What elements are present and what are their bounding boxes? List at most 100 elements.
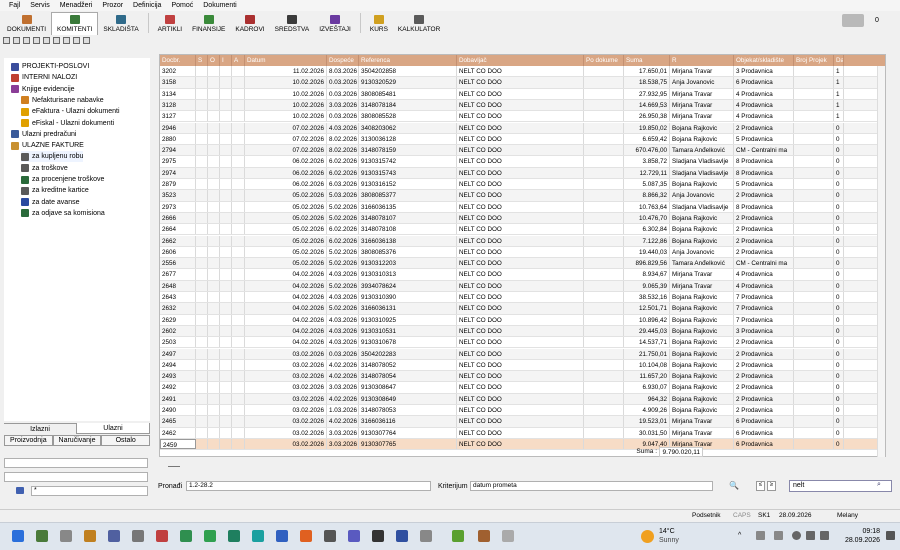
- tree-item[interactable]: za procenjene troškove: [21, 174, 104, 185]
- sort-icon[interactable]: [83, 37, 90, 44]
- table-row[interactable]: 2490 03.02.2026 1.03.2026 3148078053 NELT CO…: [160, 405, 885, 417]
- table-row[interactable]: 2662 05.02.2026 6.02.2026 3166036138 NELT CO…: [160, 235, 885, 247]
- table-row[interactable]: 2643 04.02.2026 4.03.2026 9130310390 NELT CO…: [160, 292, 885, 304]
- table-row[interactable]: 2493 03.02.2026 4.02.2026 3148078054 NELT CO…: [160, 371, 885, 383]
- column-header[interactable]: A: [232, 55, 245, 66]
- column-header[interactable]: Suma: [624, 55, 670, 66]
- tree-item[interactable]: Ulazni predračuni: [11, 129, 76, 140]
- column-header[interactable]: I: [220, 55, 232, 66]
- menu-item-6[interactable]: Dokumenti: [198, 2, 241, 9]
- volume-icon[interactable]: [806, 531, 815, 540]
- tree-item[interactable]: za odjave sa komisiona: [21, 208, 105, 219]
- column-header[interactable]: S: [196, 55, 208, 66]
- menu-item-1[interactable]: Servis: [25, 2, 54, 9]
- table-row[interactable]: 2492 03.02.2026 3.03.2026 9130308647 NELT CO…: [160, 382, 885, 394]
- app-icon-14[interactable]: [348, 530, 360, 542]
- table-row[interactable]: 2648 04.02.2026 5.02.2026 3934078624 NELT CO…: [160, 280, 885, 292]
- table-row[interactable]: 2606 05.02.2026 5.02.2026 3808085376 NELT CO…: [160, 246, 885, 259]
- tab-narucivanje[interactable]: Naručivanje: [52, 435, 102, 446]
- table-row[interactable]: 2491 03.02.2026 4.02.2026 9130308649 NELT CO…: [160, 393, 885, 405]
- column-header[interactable]: Dospeće: [327, 55, 359, 66]
- app-icon-3[interactable]: [84, 530, 96, 542]
- save-icon[interactable]: [23, 37, 30, 44]
- tree-item[interactable]: ULAZNE FAKTURE: [11, 140, 84, 151]
- toolbar-button-kadrovi[interactable]: KADROVI: [230, 12, 269, 35]
- app-icon-17[interactable]: [420, 530, 432, 542]
- criterion-select[interactable]: datum prometa: [470, 481, 713, 491]
- table-row[interactable]: 3134 10.02.2026 0.03.2026 3808085481 NELT CO…: [160, 88, 885, 100]
- filter-icon[interactable]: [73, 37, 80, 44]
- table-row[interactable]: 2465 03.02.2026 4.02.2026 3166036116 NELT CO…: [160, 416, 885, 428]
- greater-equal-button[interactable]: ≥: [767, 481, 776, 491]
- app-icon-6[interactable]: [156, 530, 168, 542]
- microphone-icon[interactable]: [774, 531, 783, 540]
- app-icon-8[interactable]: [204, 530, 216, 542]
- firefox-icon[interactable]: [300, 530, 312, 542]
- app-icon-9[interactable]: [228, 530, 240, 542]
- clock-time[interactable]: 09:18: [836, 528, 880, 535]
- table-row[interactable]: 2666 05.02.2026 5.02.2026 3148078107 NELT CO…: [160, 212, 885, 225]
- menu-item-3[interactable]: Prozor: [97, 2, 128, 9]
- table-row[interactable]: 2677 04.02.2026 4.03.2026 9130310313 NELT CO…: [160, 269, 885, 281]
- tree-item[interactable]: za kreditne kartice: [21, 185, 89, 196]
- column-header[interactable]: Datum: [245, 55, 327, 66]
- open-icon[interactable]: [13, 37, 20, 44]
- left-combo-3[interactable]: *: [31, 486, 148, 496]
- print-icon[interactable]: [33, 37, 40, 44]
- tree-item[interactable]: eFiskal - Ulazni dokumenti: [21, 118, 114, 129]
- tab-izlazni[interactable]: Izlazni: [4, 423, 76, 434]
- column-header[interactable]: Po dokume: [584, 55, 624, 66]
- column-header[interactable]: Docbr.: [160, 55, 196, 66]
- table-row[interactable]: 2974 06.02.2026 6.02.2026 9130315743 NELT CO…: [160, 167, 885, 179]
- tree-item[interactable]: Knjige evidencije: [11, 84, 75, 95]
- column-header[interactable]: R: [670, 55, 734, 66]
- toolbar-button-komitenti[interactable]: KOMITENTI: [51, 12, 99, 35]
- column-header[interactable]: Broj Projek: [794, 55, 834, 66]
- app-icon-20[interactable]: [502, 530, 514, 542]
- new-icon[interactable]: [3, 37, 10, 44]
- tree-item[interactable]: za kupljenu robu: [21, 151, 84, 163]
- battery-icon[interactable]: [820, 531, 829, 540]
- table-row[interactable]: 2946 07.02.2026 4.03.2026 3408203062 NELT CO…: [160, 122, 885, 134]
- wifi-icon[interactable]: [792, 531, 801, 540]
- tree-item[interactable]: INTERNI NALOZI: [11, 72, 77, 83]
- tree-item[interactable]: za troškove: [21, 163, 68, 174]
- table-row[interactable]: 3128 10.02.2026 3.03.2026 3148078184 NELT CO…: [160, 99, 885, 112]
- table-row[interactable]: 2494 03.02.2026 4.02.2026 3148078052 NELT CO…: [160, 359, 885, 372]
- table-row[interactable]: 3523 05.02.2026 5.03.2026 3808085377 NELT CO…: [160, 190, 885, 202]
- menu-item-5[interactable]: Pomoć: [166, 2, 198, 9]
- chat-icon[interactable]: [842, 14, 864, 27]
- table-row[interactable]: 2664 05.02.2026 6.02.2026 3148078108 NELT CO…: [160, 224, 885, 236]
- less-equal-button[interactable]: ≤: [756, 481, 765, 491]
- app-icon-16[interactable]: [396, 530, 408, 542]
- app-icon-13[interactable]: [324, 530, 336, 542]
- tree-item[interactable]: PROJEKTI-POSLOVI: [11, 61, 89, 72]
- table-row[interactable]: 3202 11.02.2026 8.03.2026 3504202858 NELT CO…: [160, 66, 885, 78]
- table-row[interactable]: 2497 03.02.2026 0.03.2026 3504202283 NELT CO…: [160, 348, 885, 360]
- start-icon[interactable]: [12, 530, 24, 542]
- refresh-icon[interactable]: [63, 37, 70, 44]
- search-icon[interactable]: ⌕: [877, 481, 881, 489]
- toolbar-button-kalkulator[interactable]: KALKULATOR: [393, 12, 445, 35]
- table-row[interactable]: 3158 10.02.2026 0.03.2026 9130320529 NELT CO…: [160, 77, 885, 89]
- column-header[interactable]: Dobavljač: [457, 55, 584, 66]
- table-row[interactable]: 2973 05.02.2026 5.02.2026 3166036135 NELT CO…: [160, 201, 885, 213]
- table-row[interactable]: 2629 04.02.2026 4.03.2026 9130310925 NELT CO…: [160, 314, 885, 326]
- toolbar-button-finansije[interactable]: FINANSIJE: [187, 12, 230, 35]
- app-icon-15[interactable]: [372, 530, 384, 542]
- table-row[interactable]: 2503 04.02.2026 4.03.2026 9130310678 NELT CO…: [160, 337, 885, 349]
- column-header[interactable]: Objekat/skladište: [734, 55, 794, 66]
- app-icon-7[interactable]: [180, 530, 192, 542]
- table-row[interactable]: 2879 06.02.2026 6.03.2026 9130316152 NELT CO…: [160, 179, 885, 191]
- table-row[interactable]: 2556 05.02.2026 5.02.2026 9130312203 NELT CO…: [160, 258, 885, 270]
- find-input[interactable]: 1.2-28.2: [186, 481, 431, 491]
- status-reminder[interactable]: Podsetnik: [692, 512, 721, 519]
- table-row[interactable]: 2794 07.02.2026 8.02.2026 3148078159 NELT CO…: [160, 145, 885, 157]
- table-row[interactable]: 2632 04.02.2026 5.02.2026 3166036131 NELT CO…: [160, 303, 885, 315]
- menu-item-0[interactable]: Fajl: [4, 2, 25, 9]
- table-row[interactable]: 2602 04.02.2026 4.03.2026 9130310531 NELT CO…: [160, 325, 885, 338]
- binoculars-icon[interactable]: 🔍: [727, 481, 741, 492]
- app-icon-5[interactable]: [132, 530, 144, 542]
- app-icon-11[interactable]: [276, 530, 288, 542]
- app-icon-4[interactable]: [108, 530, 120, 542]
